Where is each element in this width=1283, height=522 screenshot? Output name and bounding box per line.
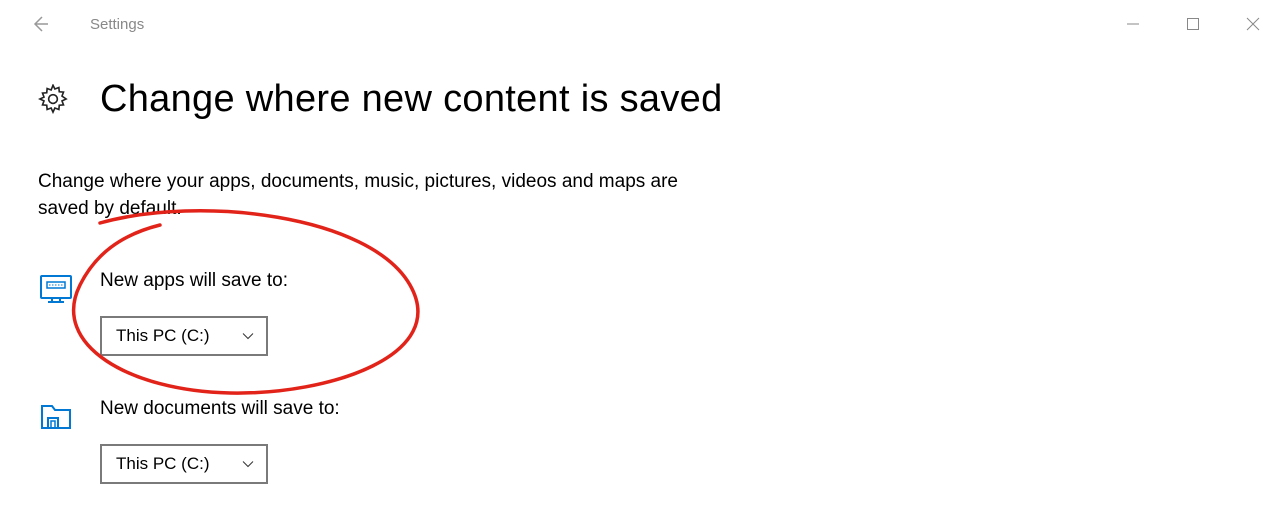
- window-title: Settings: [90, 16, 144, 33]
- chevron-down-icon: [242, 458, 254, 470]
- apps-icon: [38, 270, 74, 306]
- page-title: Change where new content is saved: [100, 78, 723, 121]
- minimize-button[interactable]: [1103, 0, 1163, 48]
- maximize-icon: [1186, 17, 1200, 31]
- setting-apps: New apps will save to: This PC (C:): [38, 270, 1245, 356]
- page-header: Change where new content is saved: [38, 78, 1245, 121]
- documents-dropdown[interactable]: This PC (C:): [100, 444, 268, 484]
- apps-dropdown[interactable]: This PC (C:): [100, 316, 268, 356]
- window-controls: [1103, 0, 1283, 48]
- close-button[interactable]: [1223, 0, 1283, 48]
- apps-dropdown-value: This PC (C:): [116, 326, 210, 346]
- page-description: Change where your apps, documents, music…: [38, 169, 678, 222]
- documents-dropdown-value: This PC (C:): [116, 454, 210, 474]
- setting-documents: New documents will save to: This PC (C:): [38, 398, 1245, 484]
- close-icon: [1246, 17, 1260, 31]
- minimize-icon: [1126, 17, 1140, 31]
- documents-label: New documents will save to:: [100, 398, 340, 420]
- maximize-button[interactable]: [1163, 0, 1223, 48]
- documents-icon: [38, 398, 74, 434]
- titlebar: Settings: [0, 0, 1283, 48]
- back-arrow-icon: [30, 14, 50, 34]
- apps-label: New apps will save to:: [100, 270, 288, 292]
- back-button[interactable]: [30, 14, 50, 34]
- chevron-down-icon: [242, 330, 254, 342]
- gear-icon: [38, 84, 70, 116]
